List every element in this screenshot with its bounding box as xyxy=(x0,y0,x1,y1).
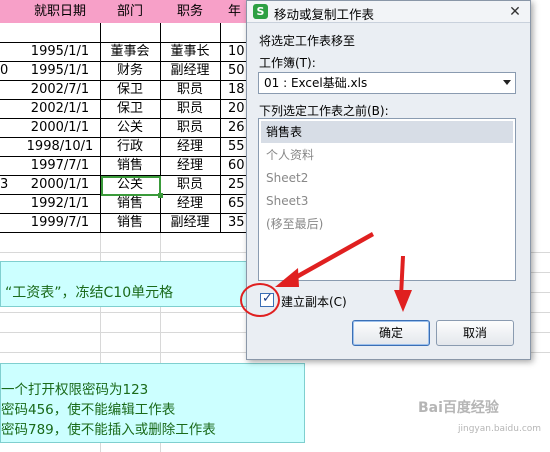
table-cell[interactable] xyxy=(0,156,20,175)
dialog-titlebar[interactable]: S 移动或复制工作表 ✕ xyxy=(247,1,530,23)
note-text: 一个打开权限密码为123 xyxy=(1,382,149,398)
table-cell[interactable] xyxy=(0,99,20,118)
cancel-button[interactable]: 取消 xyxy=(436,320,514,346)
note-text: 密码789，使不能插入或删除工作表 xyxy=(1,422,216,438)
move-copy-sheet-dialog: S 移动或复制工作表 ✕ 将选定工作表移至 工作簿(T): 01 : Excel… xyxy=(246,0,531,360)
table-row: 0 1995/1/1 财务 副经理 50 xyxy=(0,61,260,80)
table-cell[interactable]: 销售 xyxy=(100,156,160,175)
chevron-down-icon[interactable] xyxy=(503,80,511,85)
move-to-label: 将选定工作表移至 xyxy=(259,34,356,48)
table-cell[interactable]: 职员 xyxy=(160,99,220,118)
grid-line xyxy=(220,23,221,233)
table-cell[interactable]: 0 xyxy=(0,61,20,80)
table-cell[interactable]: 销售 xyxy=(100,194,160,213)
table-cell[interactable] xyxy=(0,194,20,213)
header-cell[interactable]: 职务 xyxy=(160,0,220,23)
table-cell[interactable] xyxy=(0,42,20,61)
table-row: 1995/1/1 董事会 董事长 10 xyxy=(0,42,260,61)
dialog-title: 移动或复制工作表 xyxy=(274,7,375,22)
grid-line xyxy=(0,213,250,214)
table-cell[interactable]: 1997/7/1 xyxy=(20,156,100,175)
table-cell[interactable]: 2000/1/1 xyxy=(20,118,100,137)
table-cell[interactable] xyxy=(0,118,20,137)
wps-spreadsheet-icon: S xyxy=(253,4,268,19)
table-cell[interactable]: 经理 xyxy=(160,194,220,213)
table-row: 2002/1/1 保卫 职员 20 xyxy=(0,99,260,118)
table-header-row: 就职日期 部门 职务 年 xyxy=(0,0,250,23)
grid-line xyxy=(0,232,250,233)
grid-line xyxy=(0,99,250,100)
list-item[interactable]: 销售表 xyxy=(261,121,513,143)
table-cell[interactable]: 保卫 xyxy=(100,99,160,118)
list-item[interactable]: (移至最后) xyxy=(261,213,513,235)
close-icon[interactable]: ✕ xyxy=(506,3,524,21)
list-item[interactable]: Sheet3 xyxy=(261,190,513,212)
workbook-label: 工作簿(T): xyxy=(259,56,316,70)
watermark-url: jingyan.baidu.com xyxy=(458,424,542,434)
table-cell[interactable]: 经理 xyxy=(160,156,220,175)
grid-line xyxy=(100,23,101,233)
grid-line xyxy=(0,156,250,157)
table-cell[interactable]: 1995/1/1 xyxy=(20,42,100,61)
watermark-logo: Bai百度经验 xyxy=(418,400,499,416)
workbook-select[interactable]: 01 : Excel基础.xls xyxy=(258,72,516,94)
note-text: 密码456，使不能编辑工作表 xyxy=(1,402,176,418)
header-cell[interactable] xyxy=(0,0,20,23)
table-row: 2002/7/1 保卫 职员 18 xyxy=(0,80,260,99)
table-cell[interactable]: 董事长 xyxy=(160,42,220,61)
note-text: “工资表”，冻结C10单元格 xyxy=(5,285,174,301)
table-cell[interactable]: 职员 xyxy=(160,175,220,194)
table-cell[interactable] xyxy=(0,213,20,232)
table-cell[interactable]: 1992/1/1 xyxy=(20,194,100,213)
table-cell[interactable]: 经理 xyxy=(160,137,220,156)
grid-line xyxy=(0,118,250,119)
table-cell[interactable]: 2002/7/1 xyxy=(20,80,100,99)
header-cell[interactable]: 部门 xyxy=(100,0,160,23)
table-cell[interactable] xyxy=(0,137,20,156)
table-row: 1997/7/1 销售 经理 60 xyxy=(0,156,260,175)
table-row: 1999/7/1 销售 副经理 35 xyxy=(0,213,260,232)
table-cell[interactable]: 公关 xyxy=(100,118,160,137)
table-row: 1998/10/1 行政 经理 55 xyxy=(0,137,260,156)
table-cell[interactable]: 3 xyxy=(0,175,20,194)
sheet-list[interactable]: 销售表 个人资料 Sheet2 Sheet3 (移至最后) xyxy=(258,118,516,281)
ok-button[interactable]: 确定 xyxy=(352,320,430,346)
selected-cell-outline xyxy=(101,176,163,198)
list-item[interactable]: 个人资料 xyxy=(261,144,513,166)
workbook-select-value: 01 : Excel基础.xls xyxy=(264,76,368,90)
create-copy-label[interactable]: 建立副本(C) xyxy=(281,293,347,310)
table-cell[interactable]: 行政 xyxy=(100,137,160,156)
note-box: 一个打开权限密码为123 密码456，使不能编辑工作表 密码789，使不能插入或… xyxy=(0,363,305,443)
table-cell[interactable]: 销售 xyxy=(100,213,160,232)
grid-line xyxy=(0,42,250,43)
grid-line xyxy=(0,61,250,62)
table-cell[interactable]: 2000/1/1 xyxy=(20,175,100,194)
table-row: 1992/1/1 销售 经理 65 xyxy=(0,194,260,213)
grid-line xyxy=(0,137,250,138)
grid-line xyxy=(160,23,161,233)
table-cell[interactable]: 保卫 xyxy=(100,80,160,99)
table-cell[interactable]: 职员 xyxy=(160,80,220,99)
table-cell[interactable]: 职员 xyxy=(160,118,220,137)
table-row: 2000/1/1 公关 职员 26 xyxy=(0,118,260,137)
table-cell[interactable] xyxy=(0,80,20,99)
table-cell[interactable]: 1998/10/1 xyxy=(20,137,100,156)
table-cell[interactable]: 1995/1/1 xyxy=(20,61,100,80)
table-cell[interactable]: 财务 xyxy=(100,61,160,80)
table-cell[interactable]: 副经理 xyxy=(160,213,220,232)
table-cell[interactable]: 董事会 xyxy=(100,42,160,61)
before-sheet-label: 下列选定工作表之前(B): xyxy=(259,104,389,118)
table-cell[interactable]: 2002/1/1 xyxy=(20,99,100,118)
list-item[interactable]: Sheet2 xyxy=(261,167,513,189)
annotation-circle xyxy=(240,283,280,317)
header-cell[interactable]: 就职日期 xyxy=(20,0,100,23)
table-cell[interactable]: 副经理 xyxy=(160,61,220,80)
grid-line xyxy=(0,80,250,81)
table-cell[interactable]: 1999/7/1 xyxy=(20,213,100,232)
